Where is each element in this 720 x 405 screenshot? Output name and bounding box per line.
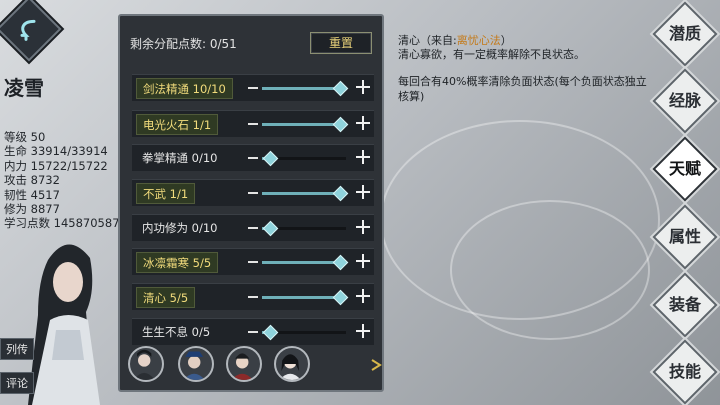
talent-row: 不武 1/1	[132, 179, 374, 206]
minus-button[interactable]	[248, 157, 258, 159]
back-button[interactable]	[0, 0, 62, 62]
talent-row: 内功修为 0/10	[132, 214, 374, 241]
talent-label: 电光火石 1/1	[136, 114, 219, 135]
slider-fill	[262, 261, 340, 264]
stat-mp: 内力 15722/15722	[4, 158, 108, 173]
plus-button[interactable]	[356, 254, 370, 268]
right-tab-label: 装备	[668, 295, 701, 314]
slider-fill	[262, 87, 340, 90]
slider-knob[interactable]	[332, 289, 349, 306]
talent-label: 不武 1/1	[136, 183, 196, 204]
plus-button[interactable]	[356, 185, 370, 199]
talent-slider[interactable]	[262, 150, 346, 167]
talent-slider[interactable]	[262, 289, 349, 306]
background-wave	[450, 200, 650, 340]
talent-effect-text: 每回合有40%概率清除负面状态(每个负面状态独立核算)	[398, 75, 647, 103]
talent-label: 冰凛霜寒 5/5	[136, 252, 219, 273]
talent-slider[interactable]	[262, 254, 349, 271]
back-arrow-icon	[20, 19, 36, 41]
right-tab-label: 经脉	[668, 91, 701, 110]
talent-row: 冰凛霜寒 5/5	[132, 248, 374, 275]
next-arrow-icon[interactable]	[370, 358, 384, 372]
slider-knob[interactable]	[262, 150, 279, 167]
slider-knob[interactable]	[332, 185, 349, 202]
slider-knob[interactable]	[262, 220, 279, 237]
talent-row: 剑法精通 10/10	[132, 74, 374, 101]
stat-toughness: 韧性 4517	[4, 187, 60, 202]
side-tab-comments[interactable]: 评论	[0, 372, 34, 394]
plus-button[interactable]	[356, 116, 370, 130]
party-avatar[interactable]	[274, 346, 310, 382]
talent-description-text: 清心寡欲，有一定概率解除不良状态。	[398, 48, 585, 61]
talent-label: 内功修为 0/10	[142, 221, 218, 235]
talent-slider[interactable]	[262, 185, 349, 202]
slider-knob[interactable]	[332, 80, 349, 97]
reset-button[interactable]: 重置	[310, 32, 372, 54]
talent-label: 拳掌精通 0/10	[142, 151, 218, 165]
slider-knob[interactable]	[262, 324, 279, 341]
talent-row: 电光火石 1/1	[132, 110, 374, 137]
remaining-points-label: 剩余分配点数: 0/51	[130, 37, 237, 51]
talent-row: 生生不息 0/5	[132, 318, 374, 345]
stat-level: 等级 50	[4, 130, 46, 144]
plus-button[interactable]	[356, 324, 370, 338]
minus-button[interactable]	[248, 192, 258, 194]
right-tab-label: 技能	[668, 362, 701, 381]
talent-label: 生生不息 0/5	[142, 325, 211, 339]
stat-attack: 攻击 8732	[4, 173, 60, 188]
slider-fill	[262, 192, 340, 195]
minus-button[interactable]	[248, 331, 258, 333]
right-tab-label: 潜质	[668, 24, 701, 43]
plus-button[interactable]	[356, 150, 370, 164]
talent-slider[interactable]	[262, 324, 346, 341]
talent-label: 清心 5/5	[136, 287, 196, 308]
right-tab-label: 天赋	[668, 159, 701, 178]
slider-fill	[262, 296, 340, 299]
party-avatar[interactable]	[128, 346, 164, 382]
stat-hp: 生命 33914/33914	[4, 144, 108, 159]
talent-slider[interactable]	[262, 220, 346, 237]
minus-button[interactable]	[248, 87, 258, 89]
side-tab-biography[interactable]: 列传	[0, 338, 34, 360]
minus-button[interactable]	[248, 123, 258, 125]
talent-label: 剑法精通 10/10	[136, 78, 233, 99]
talent-slider[interactable]	[262, 80, 349, 97]
plus-button[interactable]	[356, 220, 370, 234]
minus-button[interactable]	[248, 296, 258, 298]
talent-slider[interactable]	[262, 116, 349, 133]
plus-button[interactable]	[356, 289, 370, 303]
character-stats: 等级 50 生命 33914/33914 内力 15722/15722 攻击 8…	[4, 130, 120, 231]
slider-knob[interactable]	[332, 116, 349, 133]
minus-button[interactable]	[248, 227, 258, 229]
talent-row: 拳掌精通 0/10	[132, 144, 374, 171]
talent-panel: 剩余分配点数: 0/51 重置 剑法精通 10/10 电光火石 1/1 拳掌精通 0…	[118, 14, 384, 392]
stat-cultivation: 修为 8877	[4, 202, 60, 217]
party-avatar[interactable]	[226, 346, 262, 382]
party-avatars	[128, 346, 388, 386]
right-tab-label: 属性	[668, 227, 701, 246]
plus-button[interactable]	[356, 80, 370, 94]
character-name: 凌雪	[4, 76, 44, 100]
party-avatar[interactable]	[178, 346, 214, 382]
talent-row: 清心 5/5	[132, 283, 374, 310]
slider-knob[interactable]	[332, 254, 349, 271]
minus-button[interactable]	[248, 261, 258, 263]
slider-fill	[262, 123, 340, 126]
